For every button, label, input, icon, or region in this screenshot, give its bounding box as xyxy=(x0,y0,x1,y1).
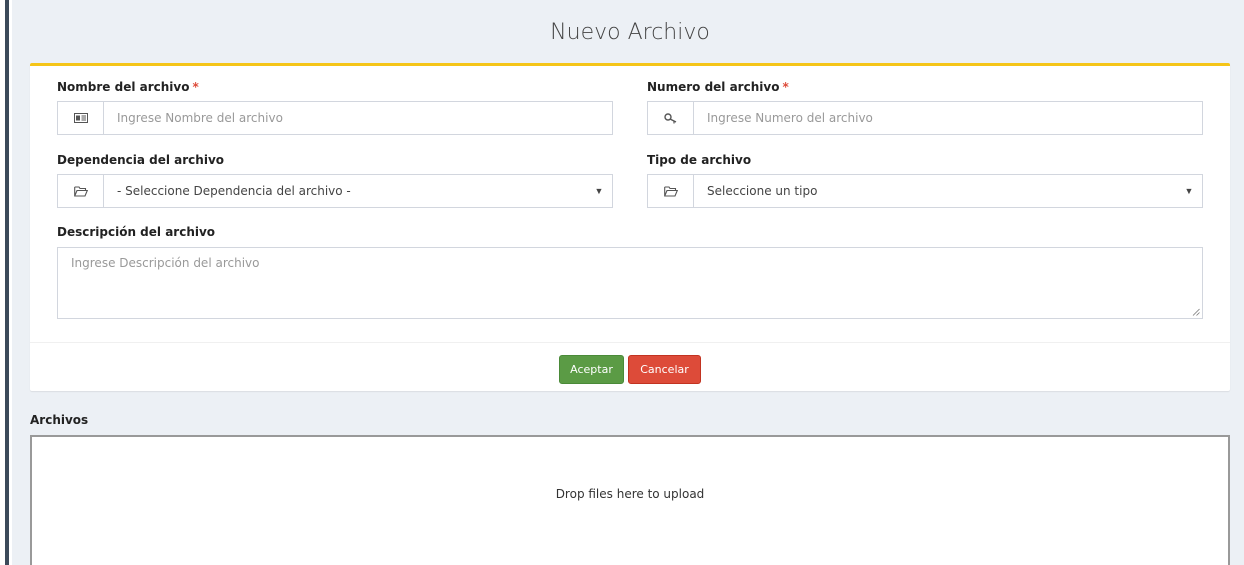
id-card-icon xyxy=(58,102,104,134)
nombre-input-group[interactable]: Ingrese Nombre del archivo xyxy=(57,101,613,135)
left-edge-line xyxy=(5,0,9,565)
numero-input[interactable]: Ingrese Numero del archivo xyxy=(694,102,1202,134)
dependencia-label: Dependencia del archivo xyxy=(57,153,225,167)
descripcion-label: Descripción del archivo xyxy=(57,225,216,239)
nombre-input[interactable]: Ingrese Nombre del archivo xyxy=(104,102,612,134)
chevron-down-icon[interactable]: ▼ xyxy=(1176,175,1202,207)
left-edge xyxy=(0,0,12,565)
numero-label: Numero del archivo * xyxy=(647,80,789,94)
cancel-button[interactable]: Cancelar xyxy=(628,355,701,384)
folder-open-icon xyxy=(58,175,104,207)
dependencia-selected[interactable]: - Seleccione Dependencia del archivo - xyxy=(104,175,586,207)
numero-label-text: Numero del archivo xyxy=(647,80,780,94)
dropzone-message: Drop files here to upload xyxy=(555,487,705,501)
chevron-down-icon[interactable]: ▼ xyxy=(586,175,612,207)
footer-divider xyxy=(30,342,1230,343)
tipo-label: Tipo de archivo xyxy=(647,153,752,167)
tipo-selected[interactable]: Seleccione un tipo xyxy=(694,175,1176,207)
dependencia-select[interactable]: - Seleccione Dependencia del archivo - ▼ xyxy=(57,174,613,208)
file-dropzone[interactable]: Drop files here to upload xyxy=(30,435,1230,565)
numero-input-group[interactable]: Ingrese Numero del archivo xyxy=(647,101,1203,135)
tipo-select[interactable]: Seleccione un tipo ▼ xyxy=(647,174,1203,208)
form-panel: Nombre del archivo * Ingrese Nombre del a… xyxy=(30,63,1230,391)
nombre-label-text: Nombre del archivo xyxy=(57,80,190,94)
descripcion-placeholder: Ingrese Descripción del archivo xyxy=(71,256,260,270)
nombre-label: Nombre del archivo * xyxy=(57,80,199,94)
required-mark: * xyxy=(782,80,789,94)
required-mark: * xyxy=(192,80,199,94)
archivos-section-label: Archivos xyxy=(30,413,89,427)
accept-button[interactable]: Aceptar xyxy=(559,355,624,384)
page-title: Nuevo Archivo xyxy=(550,20,710,45)
descripcion-textarea[interactable]: Ingrese Descripción del archivo xyxy=(57,247,1203,319)
key-icon xyxy=(648,102,694,134)
folder-open-icon xyxy=(648,175,694,207)
resize-handle-icon[interactable] xyxy=(1192,308,1200,316)
